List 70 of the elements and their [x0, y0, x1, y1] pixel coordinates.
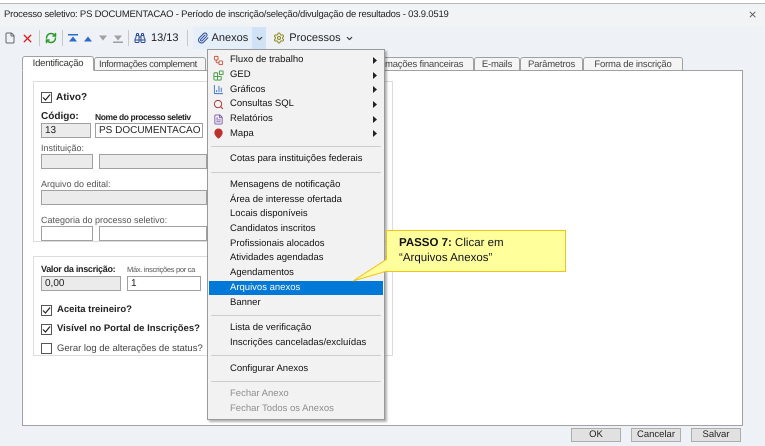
menu-item[interactable]: Locais disponíveis [209, 207, 383, 222]
menu-item[interactable]: Banner [209, 295, 383, 310]
delete-icon[interactable] [21, 32, 34, 44]
input-field[interactable] [99, 226, 207, 241]
input-field[interactable] [41, 190, 207, 205]
tooltip-pointer [352, 258, 388, 283]
dialog-button[interactable]: Salvar [691, 428, 741, 442]
anexos-button[interactable]: Anexos [192, 27, 252, 49]
tab[interactable]: Parâmetros [520, 57, 583, 71]
menu-item[interactable]: Inscrições canceladas/excluídas [209, 336, 383, 350]
binoculars-icon[interactable] [134, 32, 146, 44]
new-document-icon[interactable] [4, 32, 16, 44]
field-label: Instituição: [41, 142, 84, 154]
tab[interactable]: Informações complement [94, 57, 206, 71]
menu-item[interactable]: GED [209, 68, 383, 82]
input-field[interactable] [41, 226, 93, 241]
checkbox-label: Aceita treineiro? [57, 303, 132, 317]
processos-button[interactable]: Processos [271, 27, 356, 49]
checkbox-label: Gerar log de alterações de status? [57, 342, 203, 356]
field-label: Nome do processo seletiv [95, 111, 191, 123]
menu-item[interactable]: Consultas SQL [209, 97, 383, 112]
dialog-button[interactable]: OK [571, 428, 621, 442]
input-field[interactable] [99, 154, 207, 169]
workflow-icon [213, 54, 224, 66]
name-field[interactable]: PS DOCUMENTACAO [95, 123, 203, 138]
menu-item[interactable]: Candidatos inscritos [209, 222, 383, 237]
menu-item[interactable]: Mapa [209, 126, 383, 142]
checkbox-label: Visível no Portal de Inscrições? [57, 322, 200, 336]
record-counter: 13/13 [151, 30, 179, 46]
checkbox-label: Ativo? [56, 91, 88, 105]
refresh-icon[interactable] [45, 32, 57, 44]
checkbox[interactable] [41, 343, 52, 354]
field-label: Categoria do processo seletivo: [41, 214, 168, 226]
checked-checkbox[interactable] [41, 304, 52, 316]
menu-item[interactable]: Relatórios [209, 112, 383, 126]
map-pin-icon [213, 128, 224, 140]
dropdown-button[interactable] [252, 27, 266, 49]
input-field[interactable] [41, 154, 93, 169]
field-label: Arquivo do edital: [41, 178, 111, 190]
window-title: Processo seletivo: PS DOCUMENTACAO - Período de inscrição/seleção/divulgação de resultados - 03.9.0519 [4, 8, 449, 22]
tab[interactable]: mações financeiras [382, 57, 474, 71]
callout-tooltip: PASSO 7: Clicar em “Arquivos Anexos” [386, 230, 566, 272]
paperclip-icon [196, 32, 209, 44]
menu-item[interactable]: Mensagens de notificação [209, 178, 383, 192]
bar-chart-icon [213, 84, 224, 96]
menu-item[interactable]: Cotas para instituições federais [209, 152, 383, 167]
dialog-button[interactable]: Cancelar [631, 428, 681, 442]
price-field[interactable]: 0,00 [41, 276, 121, 291]
gear-icon [273, 32, 286, 44]
close-button[interactable]: ⨯ [744, 6, 761, 24]
menu-item[interactable]: Gráficos [209, 82, 383, 98]
menu-item[interactable]: Área de interesse ofertada [209, 192, 383, 208]
search-icon [213, 98, 224, 110]
checked-checkbox[interactable] [41, 92, 52, 103]
document-icon [213, 114, 224, 125]
menu-item[interactable]: Lista de verificação [209, 321, 383, 336]
max-field[interactable]: 1 [127, 276, 201, 291]
field-label: Código: [41, 111, 80, 123]
tab[interactable]: Identificação [22, 56, 94, 71]
field-label: Valor da inscrição: [41, 263, 116, 276]
menu-item[interactable]: Arquivos anexos [209, 280, 383, 296]
menu-item[interactable]: Profissionais alocados [209, 236, 383, 252]
menu-item[interactable]: Fluxo de trabalho [209, 53, 383, 68]
menu-item[interactable]: Configurar Anexos [209, 361, 383, 376]
code-field[interactable]: 13 [41, 123, 91, 138]
tab[interactable]: Forma de inscrição [583, 57, 683, 71]
tab[interactable]: E-mails [474, 57, 520, 71]
blocks-icon [213, 70, 224, 81]
checked-checkbox[interactable] [41, 324, 52, 335]
first-record-icon[interactable] [68, 34, 78, 42]
